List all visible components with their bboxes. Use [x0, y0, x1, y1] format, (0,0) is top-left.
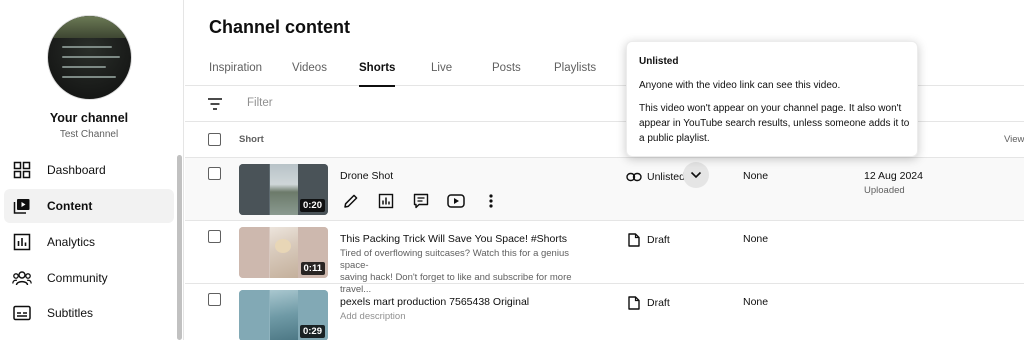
visibility-label: Draft	[647, 297, 670, 309]
column-header-short: Short	[239, 134, 264, 145]
tab-videos[interactable]: Videos	[292, 50, 327, 86]
video-thumbnail[interactable]: 0:29	[239, 290, 328, 340]
more-options-icon[interactable]	[480, 192, 502, 210]
visibility-status: Draft	[626, 233, 670, 247]
analytics-icon	[12, 232, 32, 252]
sidebar-item-content[interactable]: Content	[4, 189, 174, 223]
chevron-down-icon	[690, 166, 702, 184]
channel-subtitle: Test Channel	[59, 129, 119, 140]
tab-inspiration[interactable]: Inspiration	[209, 50, 262, 86]
table-row[interactable]: 0:29 pexels mart production 7565438 Orig…	[185, 284, 1024, 340]
visibility-dropdown[interactable]	[683, 162, 709, 188]
tab-shorts[interactable]: Shorts	[359, 50, 396, 87]
add-description-link[interactable]: Add description	[340, 311, 600, 323]
subtitles-icon	[12, 303, 32, 323]
tab-live[interactable]: Live	[431, 50, 452, 86]
restrictions-value: None	[743, 296, 769, 308]
tab-posts[interactable]: Posts	[492, 50, 521, 86]
visibility-label: Unlisted	[647, 171, 685, 183]
video-duration: 0:29	[299, 325, 325, 338]
visibility-status: Unlisted	[626, 170, 685, 184]
video-title[interactable]: Drone Shot	[340, 170, 393, 182]
page-title: Channel content	[209, 17, 351, 37]
draft-icon	[626, 233, 642, 247]
video-duration: 0:11	[300, 262, 325, 275]
video-date: 12 Aug 2024	[864, 170, 923, 182]
tab-playlists[interactable]: Playlists	[554, 50, 596, 86]
table-row[interactable]: 0:11 This Packing Trick Will Save You Sp…	[185, 221, 1024, 295]
comments-icon[interactable]	[410, 192, 432, 210]
video-date-status: Uploaded	[864, 185, 905, 196]
row-actions	[340, 192, 515, 210]
sidebar-item-label: Subtitles	[47, 306, 94, 320]
link-icon	[626, 170, 642, 184]
video-description-line: Tired of overflowing suitcases? Watch th…	[340, 248, 569, 271]
sidebar-item-analytics[interactable]: Analytics	[4, 225, 174, 259]
video-title[interactable]: pexels mart production 7565438 Original	[340, 296, 529, 308]
sidebar-item-label: Dashboard	[47, 163, 106, 177]
sidebar: Your channel Test Channel Dashboard Cont…	[0, 0, 184, 340]
visibility-label: Draft	[647, 234, 670, 246]
video-title[interactable]: This Packing Trick Will Save You Space! …	[340, 233, 567, 245]
column-header-views[interactable]: View	[1004, 134, 1024, 145]
analytics-icon[interactable]	[375, 192, 397, 210]
channel-avatar[interactable]	[47, 15, 132, 100]
edit-icon[interactable]	[340, 192, 362, 210]
video-thumbnail[interactable]: 0:11	[239, 227, 328, 278]
video-duration: 0:20	[299, 199, 325, 212]
restrictions-value: None	[743, 170, 769, 182]
draft-icon	[626, 296, 642, 310]
row-checkbox[interactable]	[208, 230, 221, 243]
community-icon	[12, 268, 32, 288]
sidebar-item-subtitles[interactable]: Subtitles	[4, 296, 174, 330]
sidebar-item-label: Analytics	[47, 235, 96, 249]
youtube-icon[interactable]	[445, 192, 467, 210]
row-checkbox[interactable]	[208, 167, 221, 180]
row-checkbox[interactable]	[208, 293, 221, 306]
restrictions-value: None	[743, 233, 769, 245]
table-row[interactable]: 0:20 Drone Shot Unlisted None 12 Aug 202…	[185, 158, 1024, 221]
channel-title: Your channel	[49, 111, 129, 125]
dashboard-icon	[12, 160, 32, 180]
sidebar-item-dashboard[interactable]: Dashboard	[4, 153, 174, 187]
tooltip-text: Anyone with the video link can see this …	[639, 80, 841, 91]
select-all-checkbox[interactable]	[208, 133, 221, 146]
sidebar-item-label: Community	[47, 271, 108, 285]
tooltip-title: Unlisted	[639, 56, 679, 67]
visibility-tooltip: Unlisted Anyone with the video link can …	[626, 41, 918, 157]
sidebar-scrollbar[interactable]	[177, 155, 182, 340]
visibility-status: Draft	[626, 296, 670, 310]
sidebar-item-community[interactable]: Community	[4, 261, 174, 295]
filter-icon[interactable]	[207, 97, 223, 111]
video-thumbnail[interactable]: 0:20	[239, 164, 328, 215]
tooltip-text: This video won't appear on your channel …	[639, 103, 910, 144]
filter-input[interactable]: Filter	[247, 97, 273, 109]
content-icon	[12, 196, 32, 216]
sidebar-item-label: Content	[47, 199, 93, 213]
